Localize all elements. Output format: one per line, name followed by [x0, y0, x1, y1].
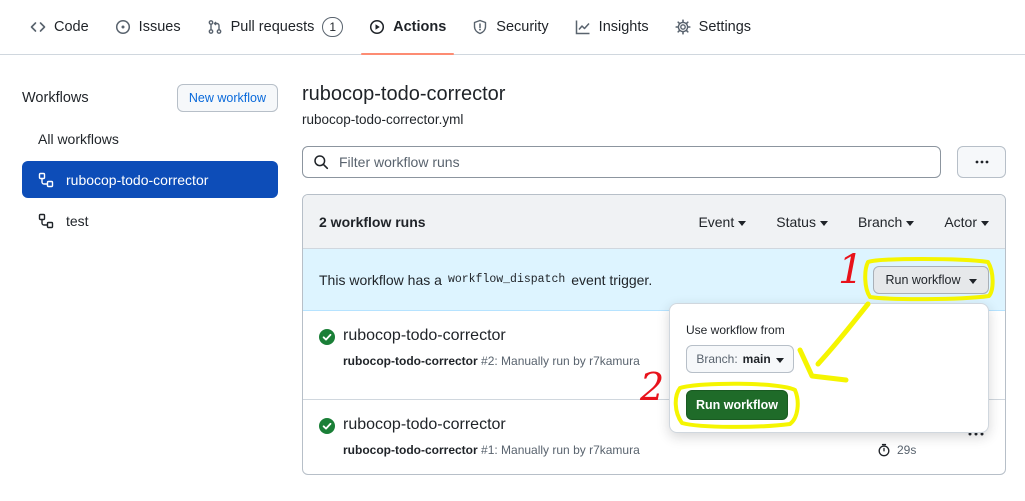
- dispatch-text-suffix: event trigger.: [571, 271, 653, 288]
- kebab-horizontal-icon: [975, 160, 988, 164]
- filter-workflow-runs-input[interactable]: [337, 153, 917, 171]
- workflow-dispatch-banner: This workflow has a workflow_dispatch ev…: [303, 249, 1005, 311]
- status-filter-dropdown[interactable]: Status: [776, 214, 828, 230]
- run-title-link[interactable]: rubocop-todo-corrector: [343, 327, 506, 345]
- run-workflow-name: rubocop-todo-corrector: [343, 354, 478, 368]
- filter-label: Actor: [944, 214, 977, 230]
- filter-workflow-runs-field[interactable]: [302, 146, 941, 178]
- more-options-button[interactable]: [957, 146, 1006, 178]
- sidebar-title: Workflows: [22, 90, 89, 106]
- triangle-down-icon: [738, 220, 747, 226]
- issue-opened-icon: [115, 19, 130, 35]
- run-duration-value: 29s: [897, 443, 917, 457]
- tab-insights[interactable]: Insights: [567, 0, 657, 54]
- tab-label: Security: [496, 19, 549, 35]
- sidebar-item-rubocop-todo-corrector[interactable]: rubocop-todo-corrector: [22, 161, 278, 198]
- tab-label: Pull requests: [230, 19, 315, 35]
- filter-label: Event: [698, 214, 735, 230]
- new-workflow-button[interactable]: New workflow: [176, 84, 278, 112]
- actor-filter-dropdown[interactable]: Actor: [944, 214, 989, 230]
- branch-filter-dropdown[interactable]: Branch: [857, 214, 915, 230]
- branch-select-button[interactable]: Branch: main: [686, 345, 794, 373]
- workflow-icon: [38, 172, 54, 187]
- run-workflow-label: Run workflow: [885, 273, 961, 287]
- git-pull-request-icon: [208, 20, 221, 34]
- triangle-down-icon: [906, 220, 915, 226]
- run-workflow-name: rubocop-todo-corrector: [343, 443, 478, 457]
- repo-tab-bar: Code Issues Pull requests 1 Actions Secu…: [0, 0, 1025, 55]
- branch-value: main: [742, 352, 771, 366]
- tab-label: Settings: [698, 19, 752, 35]
- tab-label: Code: [54, 19, 89, 35]
- tab-label: Issues: [138, 19, 181, 35]
- workflow-icon: [38, 213, 54, 228]
- graph-icon: [575, 20, 590, 35]
- sidebar-item-label: test: [66, 212, 89, 229]
- tab-settings[interactable]: Settings: [667, 0, 759, 54]
- filter-label: Branch: [857, 214, 903, 230]
- dispatch-code: workflow_dispatch: [447, 273, 566, 286]
- search-icon: [314, 155, 329, 170]
- sidebar-item-test[interactable]: test: [22, 202, 278, 239]
- tab-issues[interactable]: Issues: [107, 0, 189, 54]
- triangle-down-icon: [775, 357, 784, 363]
- run-duration: 29s: [877, 443, 916, 457]
- pull-request-count-badge: 1: [322, 17, 344, 37]
- tab-code[interactable]: Code: [22, 0, 97, 54]
- runs-count: 2 workflow runs: [319, 213, 426, 230]
- play-icon: [370, 19, 385, 35]
- run-workflow-dropdown-button[interactable]: Run workflow: [873, 266, 989, 294]
- workflows-sidebar: Workflows New workflow All workflows rub…: [22, 82, 278, 239]
- sidebar-header: Workflows New workflow: [22, 82, 278, 114]
- shield-icon: [474, 19, 487, 35]
- gear-icon: [675, 19, 691, 35]
- branch-prefix: Branch:: [696, 352, 738, 366]
- run-meta-text: #2: Manually run by r7kamura: [481, 354, 640, 368]
- sidebar-item-all-workflows[interactable]: All workflows: [22, 121, 278, 157]
- event-filter-dropdown[interactable]: Event: [698, 214, 747, 230]
- code-icon: [30, 22, 46, 32]
- check-circle-fill-icon: [319, 418, 335, 434]
- page-title: rubocop-todo-corrector: [302, 83, 506, 105]
- runs-list-header: 2 workflow runs Event Status Branch Acto…: [303, 195, 1005, 249]
- tab-actions[interactable]: Actions: [361, 0, 455, 55]
- filter-label: Status: [776, 214, 816, 230]
- run-title-link[interactable]: rubocop-todo-corrector: [343, 416, 506, 434]
- stopwatch-icon: [878, 443, 890, 457]
- triangle-down-icon: [819, 220, 828, 226]
- run-meta-text: #1: Manually run by r7kamura: [481, 443, 640, 457]
- check-circle-fill-icon: [319, 329, 335, 345]
- tab-label: Actions: [393, 19, 447, 35]
- run-meta: rubocop-todo-corrector #2: Manually run …: [343, 354, 640, 368]
- run-meta: rubocop-todo-corrector #1: Manually run …: [343, 443, 640, 457]
- runs-filter-bar: Event Status Branch Actor: [698, 195, 989, 249]
- run-workflow-submit-button[interactable]: Run workflow: [686, 390, 788, 420]
- tab-security[interactable]: Security: [464, 0, 556, 54]
- run-workflow-popover: Use workflow from Branch: main Run workf…: [669, 303, 989, 433]
- use-workflow-from-label: Use workflow from: [686, 323, 785, 337]
- triangle-down-icon: [981, 220, 989, 226]
- tab-pull-requests[interactable]: Pull requests 1: [199, 0, 352, 54]
- dispatch-text-prefix: This workflow has a: [319, 271, 442, 288]
- workflow-filename-link[interactable]: rubocop-todo-corrector.yml: [302, 112, 463, 127]
- tab-label: Insights: [598, 19, 649, 35]
- sidebar-item-label: rubocop-todo-corrector: [66, 171, 209, 188]
- triangle-down-icon: [968, 278, 977, 284]
